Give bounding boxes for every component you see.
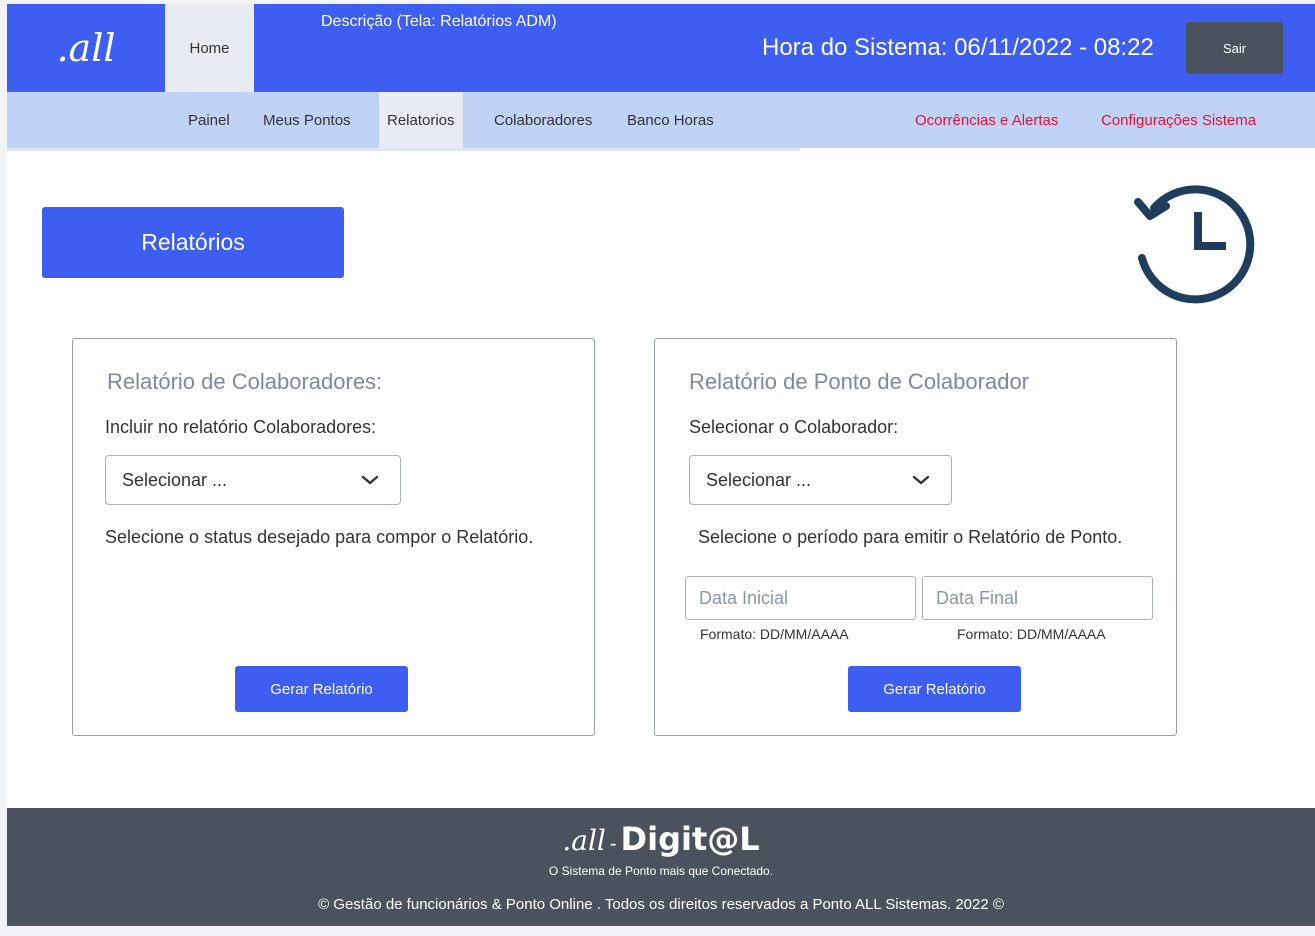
end-date-input[interactable] — [922, 576, 1153, 620]
panel-title: Relatório de Ponto de Colaborador — [689, 369, 1030, 394]
include-label: Incluir no relatório Colaboradores: — [105, 417, 377, 437]
history-clock-icon — [1134, 185, 1255, 304]
app-logo[interactable]: .all — [7, 4, 165, 92]
collaborator-label: Selecionar o Colaborador: — [689, 417, 899, 437]
select-value: Selecionar ... — [706, 469, 812, 490]
colaboradores-report-panel: Relatório de Colaboradores: Incluir no r… — [72, 338, 595, 736]
end-date-format: Formato: DD/MM/AAAA — [957, 626, 1106, 642]
page-title: Relatórios — [42, 207, 344, 278]
select-value: Selecionar ... — [122, 469, 228, 490]
footer: .all - Digit@L O Sistema de Ponto mais que… — [7, 808, 1315, 926]
panel-title: Relatório de Colaboradores: — [107, 369, 383, 394]
period-hint: Selecione o período para emitir o Relató… — [698, 527, 1123, 547]
screen-description: Descrição (Tela: Relatórios ADM) — [321, 13, 557, 30]
nav-divider — [7, 148, 800, 151]
nav-item-ocorrencias-alertas[interactable]: Ocorrências e Alertas — [915, 92, 1058, 148]
nav-item-meus-pontos[interactable]: Meus Pontos — [263, 92, 351, 148]
footer-logo-digital: Digit@L — [620, 820, 760, 858]
footer-copyright: © Gestão de funcionários & Ponto Online … — [318, 896, 1004, 913]
logout-button[interactable]: Sair — [1186, 22, 1283, 74]
status-hint: Selecione o status desejado para compor … — [105, 527, 534, 547]
footer-logo-all: .all — [562, 824, 606, 857]
footer-logo: .all - Digit@L — [7, 820, 1315, 858]
nav-item-painel[interactable]: Painel — [188, 92, 230, 148]
collaborator-select[interactable]: Selecionar ... — [689, 455, 952, 505]
chevron-down-icon — [912, 475, 930, 485]
top-bar: .all Home Descrição (Tela: Relatórios AD… — [7, 4, 1315, 92]
home-tab[interactable]: Home — [165, 4, 254, 92]
nav-item-relatorios[interactable]: Relatorios — [379, 92, 463, 148]
system-clock: Hora do Sistema: 06/11/2022 - 08:22 — [762, 34, 1154, 61]
status-select[interactable]: Selecionar ... — [105, 455, 401, 505]
generate-ponto-report-button[interactable]: Gerar Relatório — [848, 666, 1021, 712]
app-frame: .all Home Descrição (Tela: Relatórios AD… — [7, 4, 1315, 926]
chevron-down-icon — [361, 475, 379, 485]
footer-tagline: O Sistema de Ponto mais que Conectado. — [548, 864, 774, 878]
footer-logo-dash: - — [609, 833, 617, 855]
start-date-input[interactable] — [685, 576, 916, 620]
nav-bar: Painel Meus Pontos Relatorios Colaborado… — [7, 92, 1315, 148]
ponto-report-panel: Relatório de Ponto de Colaborador Seleci… — [654, 338, 1177, 736]
nav-item-colaboradores[interactable]: Colaboradores — [494, 92, 592, 148]
nav-item-configuracoes-sistema[interactable]: Configurações Sistema — [1101, 92, 1256, 148]
generate-colaboradores-report-button[interactable]: Gerar Relatório — [235, 666, 408, 712]
start-date-format: Formato: DD/MM/AAAA — [700, 626, 849, 642]
nav-item-banco-horas[interactable]: Banco Horas — [627, 92, 714, 148]
